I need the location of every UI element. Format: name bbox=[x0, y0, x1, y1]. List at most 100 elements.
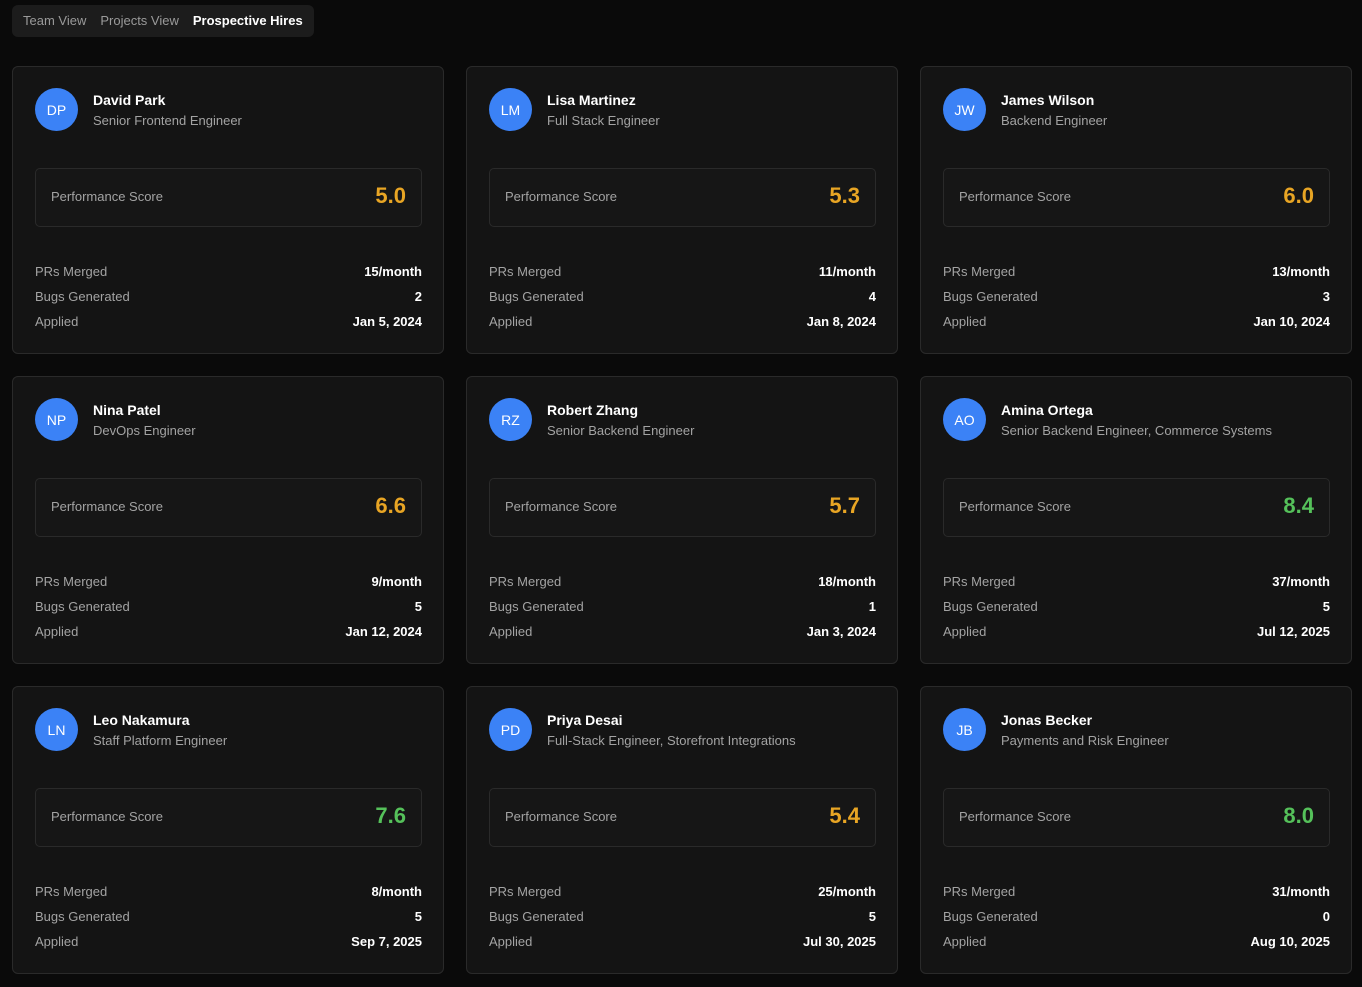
candidate-role: Senior Backend Engineer, Commerce System… bbox=[1001, 423, 1272, 438]
stat-value: 11/month bbox=[818, 264, 876, 279]
candidate-name: James Wilson bbox=[1001, 92, 1095, 108]
candidate-name: Amina Ortega bbox=[1001, 402, 1093, 418]
stat-label: Applied bbox=[489, 934, 533, 949]
stat-bugs-generated: Bugs Generated 3 bbox=[943, 288, 1330, 313]
candidate-card[interactable]: RZ Robert Zhang Senior Backend Engineer … bbox=[466, 376, 898, 664]
performance-score-panel: Performance Score 6.6 bbox=[35, 478, 422, 537]
stat-bugs-generated: Bugs Generated 2 bbox=[35, 288, 422, 313]
candidate-role: Full-Stack Engineer, Storefront Integrat… bbox=[547, 733, 796, 748]
stat-label: PRs Merged bbox=[489, 884, 562, 899]
performance-score-value: 5.0 bbox=[375, 183, 406, 208]
stat-label: PRs Merged bbox=[943, 264, 1016, 279]
stat-label: Bugs Generated bbox=[943, 909, 1038, 924]
stat-applied-date: Applied Jan 12, 2024 bbox=[35, 623, 422, 648]
stat-value: Jan 3, 2024 bbox=[806, 624, 876, 639]
performance-score-label: Performance Score bbox=[959, 189, 1071, 204]
stat-label: Applied bbox=[489, 314, 533, 329]
candidate-card[interactable]: JW James Wilson Backend Engineer Perform… bbox=[920, 66, 1352, 354]
performance-score-value: 6.0 bbox=[1283, 183, 1314, 208]
stat-value: 3 bbox=[1322, 289, 1330, 304]
performance-score-panel: Performance Score 5.4 bbox=[489, 788, 876, 847]
stat-label: Applied bbox=[943, 314, 987, 329]
stat-value: 5 bbox=[414, 909, 422, 924]
stat-label: Applied bbox=[489, 624, 533, 639]
performance-score-label: Performance Score bbox=[959, 809, 1071, 824]
stat-value: 2 bbox=[414, 289, 422, 304]
candidate-name: Nina Patel bbox=[93, 402, 161, 418]
stat-applied-date: Applied Jan 8, 2024 bbox=[489, 313, 876, 338]
candidate-card[interactable]: NP Nina Patel DevOps Engineer Performanc… bbox=[12, 376, 444, 664]
stat-value: Jan 10, 2024 bbox=[1253, 314, 1330, 329]
stat-value: 37/month bbox=[1272, 574, 1330, 589]
candidate-stats: PRs Merged 13/month Bugs Generated 3 App… bbox=[943, 263, 1330, 338]
performance-score-value: 5.4 bbox=[829, 803, 860, 828]
candidate-stats: PRs Merged 15/month Bugs Generated 2 App… bbox=[35, 263, 422, 338]
candidate-card[interactable]: AO Amina Ortega Senior Backend Engineer,… bbox=[920, 376, 1352, 664]
candidate-stats: PRs Merged 37/month Bugs Generated 5 App… bbox=[943, 573, 1330, 648]
stat-prs-merged: PRs Merged 25/month bbox=[489, 883, 876, 908]
stat-value: Jan 8, 2024 bbox=[806, 314, 876, 329]
stat-prs-merged: PRs Merged 37/month bbox=[943, 573, 1330, 598]
stat-applied-date: Applied Sep 7, 2025 bbox=[35, 933, 422, 958]
performance-score-value: 5.7 bbox=[829, 493, 860, 518]
stat-value: Sep 7, 2025 bbox=[351, 934, 422, 949]
candidate-role: Full Stack Engineer bbox=[547, 113, 660, 128]
stat-bugs-generated: Bugs Generated 5 bbox=[943, 598, 1330, 623]
stat-label: Applied bbox=[943, 624, 987, 639]
candidate-name: David Park bbox=[93, 92, 166, 108]
candidate-name: Priya Desai bbox=[547, 712, 623, 728]
stat-label: PRs Merged bbox=[489, 264, 562, 279]
stat-label: PRs Merged bbox=[35, 574, 108, 589]
stat-label: Bugs Generated bbox=[489, 909, 584, 924]
stat-label: Bugs Generated bbox=[943, 599, 1038, 614]
stat-applied-date: Applied Jul 30, 2025 bbox=[489, 933, 876, 958]
performance-score-panel: Performance Score 5.3 bbox=[489, 168, 876, 227]
performance-score-label: Performance Score bbox=[505, 809, 617, 824]
candidate-role: Senior Backend Engineer bbox=[547, 423, 695, 438]
tab-prospective-hires[interactable]: Prospective Hires bbox=[186, 5, 310, 37]
candidate-name: Robert Zhang bbox=[547, 402, 638, 418]
stat-value: 8/month bbox=[371, 884, 422, 899]
candidate-role: DevOps Engineer bbox=[93, 423, 196, 438]
stat-label: Bugs Generated bbox=[489, 599, 584, 614]
candidate-role: Backend Engineer bbox=[1001, 113, 1108, 128]
candidate-stats: PRs Merged 25/month Bugs Generated 5 App… bbox=[489, 883, 876, 958]
stat-prs-merged: PRs Merged 11/month bbox=[489, 263, 876, 288]
candidate-card[interactable]: LM Lisa Martinez Full Stack Engineer Per… bbox=[466, 66, 898, 354]
performance-score-value: 8.4 bbox=[1283, 493, 1314, 518]
performance-score-panel: Performance Score 8.4 bbox=[943, 478, 1330, 537]
stat-label: PRs Merged bbox=[943, 884, 1016, 899]
stat-label: Bugs Generated bbox=[35, 289, 130, 304]
stat-prs-merged: PRs Merged 15/month bbox=[35, 263, 422, 288]
stat-label: PRs Merged bbox=[489, 574, 562, 589]
stat-label: Applied bbox=[35, 314, 79, 329]
candidate-card[interactable]: LN Leo Nakamura Staff Platform Engineer … bbox=[12, 686, 444, 974]
stat-label: Applied bbox=[943, 934, 987, 949]
stat-applied-date: Applied Jan 3, 2024 bbox=[489, 623, 876, 648]
stat-value: 9/month bbox=[371, 574, 422, 589]
tab-team-view[interactable]: Team View bbox=[16, 5, 93, 37]
avatar: NP bbox=[35, 398, 78, 441]
candidate-card[interactable]: PD Priya Desai Full-Stack Engineer, Stor… bbox=[466, 686, 898, 974]
candidate-stats: PRs Merged 9/month Bugs Generated 5 Appl… bbox=[35, 573, 422, 648]
stat-bugs-generated: Bugs Generated 0 bbox=[943, 908, 1330, 933]
candidate-name: Jonas Becker bbox=[1001, 712, 1093, 728]
candidate-role: Senior Frontend Engineer bbox=[93, 113, 242, 128]
performance-score-value: 5.3 bbox=[829, 183, 860, 208]
candidate-stats: PRs Merged 11/month Bugs Generated 4 App… bbox=[489, 263, 876, 338]
stat-applied-date: Applied Jan 5, 2024 bbox=[35, 313, 422, 338]
candidate-role: Payments and Risk Engineer bbox=[1001, 733, 1169, 748]
candidate-card[interactable]: DP David Park Senior Frontend Engineer P… bbox=[12, 66, 444, 354]
performance-score-panel: Performance Score 6.0 bbox=[943, 168, 1330, 227]
avatar: PD bbox=[489, 708, 532, 751]
candidate-card[interactable]: JB Jonas Becker Payments and Risk Engine… bbox=[920, 686, 1352, 974]
stat-value: 4 bbox=[868, 289, 876, 304]
stat-value: 25/month bbox=[818, 884, 876, 899]
view-tabs: Team View Projects View Prospective Hire… bbox=[12, 5, 314, 37]
performance-score-label: Performance Score bbox=[51, 499, 163, 514]
stat-label: Applied bbox=[35, 624, 79, 639]
stat-bugs-generated: Bugs Generated 5 bbox=[35, 598, 422, 623]
performance-score-panel: Performance Score 5.0 bbox=[35, 168, 422, 227]
tab-projects-view[interactable]: Projects View bbox=[93, 5, 186, 37]
stat-value: 13/month bbox=[1272, 264, 1330, 279]
